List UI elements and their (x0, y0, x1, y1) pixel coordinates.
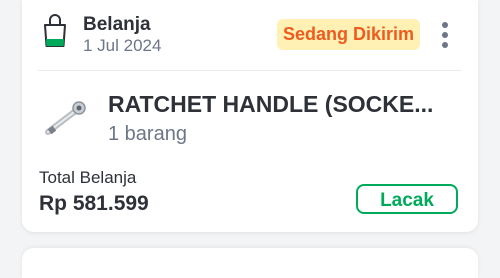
total-value: Rp 581.599 (39, 192, 149, 215)
order-date: 1 Jul 2024 (83, 36, 162, 55)
more-vertical-icon[interactable] (436, 20, 454, 50)
order-card[interactable]: Belanja 1 Jul 2024 Sedang Dikirim RATCHE… (22, 0, 478, 232)
status-badge: Sedang Dikirim (277, 19, 421, 50)
next-order-card[interactable] (22, 248, 478, 278)
product-quantity: 1 barang (108, 123, 187, 145)
product-image[interactable] (40, 94, 90, 144)
product-name[interactable]: RATCHET HANDLE (SOCKE... (108, 91, 463, 118)
track-button[interactable]: Lacak (356, 184, 458, 214)
shopping-bag-icon (43, 13, 67, 49)
order-category: Belanja (83, 14, 151, 35)
total-label: Total Belanja (39, 168, 137, 187)
divider (38, 70, 461, 71)
